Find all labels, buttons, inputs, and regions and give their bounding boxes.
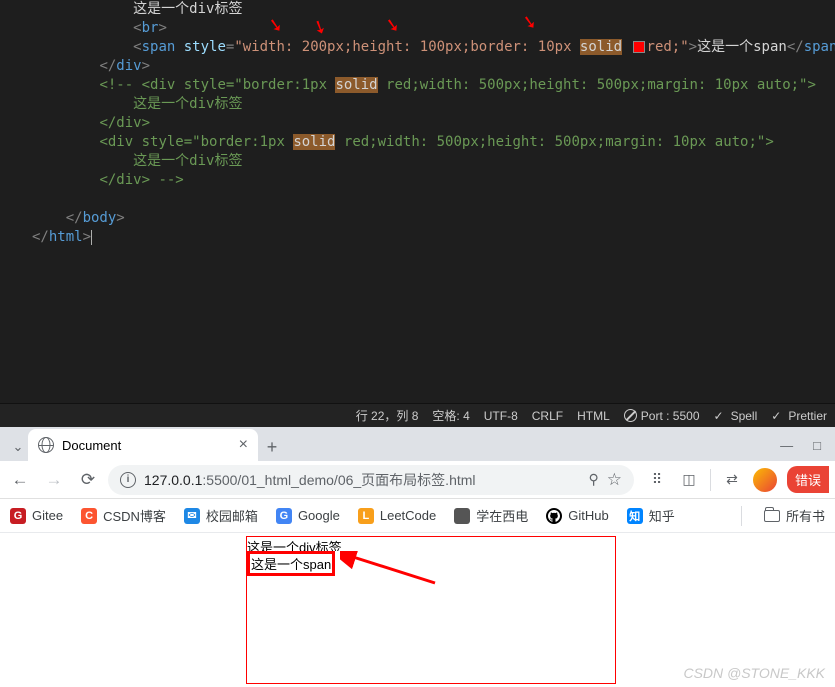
new-tab-button[interactable]: + — [258, 433, 286, 461]
back-button[interactable]: ← — [6, 466, 34, 494]
minimize-icon[interactable]: — — [780, 438, 793, 453]
all-bookmarks-label: 所有书 — [786, 506, 825, 525]
extensions-area: ⠿ ◫ ⇄ 错误 — [640, 466, 829, 493]
status-bar: 行 22，列 8 空格: 4 UTF-8 CRLF HTML Port : 55… — [0, 403, 835, 427]
demo-span: 这是一个span — [247, 551, 335, 576]
bookmark-item[interactable]: G Gitee — [10, 508, 63, 524]
bookmark-favicon: L — [358, 508, 374, 524]
status-port[interactable]: Port : 5500 — [624, 409, 700, 423]
search-icon[interactable]: ⚲ — [588, 471, 598, 488]
bookmark-item[interactable]: 知知乎 — [627, 506, 675, 525]
divider — [710, 469, 711, 491]
globe-icon — [38, 437, 54, 453]
status-prettier[interactable]: Prettier — [771, 409, 827, 423]
bookmark-favicon: G — [276, 508, 292, 524]
bookmark-item[interactable]: L LeetCode — [358, 508, 436, 524]
all-bookmarks-button[interactable]: 所有书 — [764, 506, 825, 525]
bookmark-item[interactable]: C CSDN博客 — [81, 506, 166, 525]
maximize-icon[interactable]: □ — [813, 438, 821, 453]
nav-toolbar: ← → ⟳ i 127.0.0.1:5500/01_html_demo/06_页… — [0, 461, 835, 499]
folder-icon — [764, 510, 780, 522]
bookmark-label: CSDN博客 — [103, 506, 166, 525]
status-language[interactable]: HTML — [577, 409, 610, 423]
close-tab-icon[interactable]: × — [239, 436, 248, 454]
bookmark-item[interactable]: G Google — [276, 508, 340, 524]
url-text: 127.0.0.1:5500/01_html_demo/06_页面布局标签.ht… — [144, 470, 476, 490]
tab-title: Document — [62, 438, 121, 453]
watermark: CSDN @STONE_KKK — [683, 665, 825, 681]
site-info-icon[interactable]: i — [120, 472, 136, 488]
bookmark-favicon: 知 — [627, 508, 643, 524]
bookmark-item[interactable]: GitHub — [546, 508, 608, 524]
extension-icon[interactable]: ◫ — [678, 469, 700, 491]
forward-button[interactable]: → — [40, 466, 68, 494]
demo-div-text: 这是一个div标签 — [247, 537, 615, 551]
code-area[interactable]: 这是一个div标签 <br> <span style="width: 200px… — [32, 0, 835, 247]
bookmark-label: LeetCode — [380, 508, 436, 523]
translate-icon[interactable]: ⠿ — [646, 469, 668, 491]
bookmark-favicon: G — [10, 508, 26, 524]
bookmarks-bar: G Gitee C CSDN博客 ✉ 校园邮箱 G Google L LeetCode 学在西电 Gi… — [0, 499, 835, 533]
window-controls: — □ — [780, 438, 835, 461]
bookmark-favicon: C — [81, 508, 97, 524]
bookmark-item[interactable]: ✉ 校园邮箱 — [184, 506, 258, 525]
bookmark-label: 学在西电 — [476, 506, 528, 525]
address-bar[interactable]: i 127.0.0.1:5500/01_html_demo/06_页面布局标签.… — [108, 465, 634, 495]
status-line-col[interactable]: 行 22，列 8 — [356, 407, 419, 424]
bookmark-item[interactable]: 学在西电 — [454, 506, 528, 525]
tab-bar: ⌄ Document × + — □ — [0, 427, 835, 461]
status-encoding[interactable]: UTF-8 — [484, 409, 518, 423]
status-eol[interactable]: CRLF — [532, 409, 563, 423]
browser-window: ⌄ Document × + — □ ← → ⟳ i 127.0.0.1:550… — [0, 427, 835, 687]
divider — [741, 506, 742, 526]
bookmark-label: 校园邮箱 — [206, 506, 258, 525]
bookmark-favicon — [546, 508, 562, 524]
browser-tab[interactable]: Document × — [28, 429, 258, 461]
bookmark-favicon: ✉ — [184, 508, 200, 524]
annotation-arrow-large — [340, 551, 440, 591]
status-spell[interactable]: Spell — [714, 409, 758, 423]
chevron-down-icon[interactable]: ⌄ — [8, 433, 28, 461]
profile-avatar[interactable] — [753, 468, 777, 492]
extension-icon[interactable]: ⇄ — [721, 469, 743, 491]
bookmark-label: GitHub — [568, 508, 608, 523]
status-spaces[interactable]: 空格: 4 — [432, 407, 469, 424]
no-icon — [624, 409, 637, 422]
page-content: 这是一个div标签 这是一个span — [0, 533, 835, 685]
error-badge[interactable]: 错误 — [787, 466, 829, 493]
code-editor[interactable]: 这是一个div标签 <br> <span style="width: 200px… — [0, 0, 835, 403]
bookmark-label: Gitee — [32, 508, 63, 523]
bookmark-label: Google — [298, 508, 340, 523]
reload-button[interactable]: ⟳ — [74, 466, 102, 494]
bookmark-label: 知乎 — [649, 506, 675, 525]
bookmark-favicon — [454, 508, 470, 524]
bookmark-star-icon[interactable]: ☆ — [607, 470, 622, 490]
